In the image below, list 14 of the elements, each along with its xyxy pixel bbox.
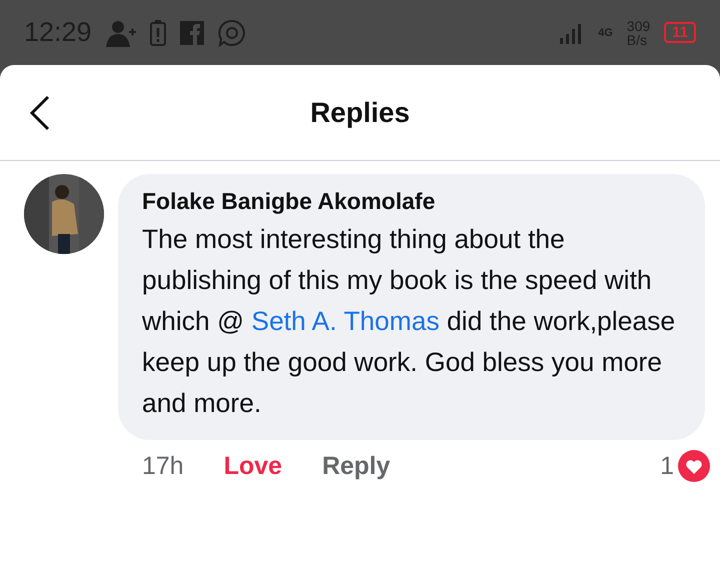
author-name[interactable]: Folake Banigbe Akomolafe bbox=[142, 188, 683, 215]
reply-link[interactable]: Reply bbox=[322, 452, 390, 480]
comment-time: 17h bbox=[142, 452, 184, 480]
chat-bubble-icon bbox=[218, 18, 246, 46]
mention-link[interactable]: Seth A. Thomas bbox=[251, 306, 440, 336]
page-title: Replies bbox=[310, 96, 410, 128]
reaction-count: 1 bbox=[660, 452, 674, 480]
facebook-icon bbox=[180, 20, 204, 44]
back-icon[interactable] bbox=[28, 95, 52, 131]
love-link[interactable]: Love bbox=[224, 452, 282, 480]
battery-level: 11 bbox=[664, 22, 696, 43]
battery-alert-icon bbox=[150, 20, 166, 46]
person-add-icon bbox=[106, 18, 136, 46]
comment-text: The most interesting thing about the publishing of this my book is the speed with which @ Seth A. Thomas did the work,please keep up the good work. God bless you more and more. bbox=[142, 223, 676, 420]
